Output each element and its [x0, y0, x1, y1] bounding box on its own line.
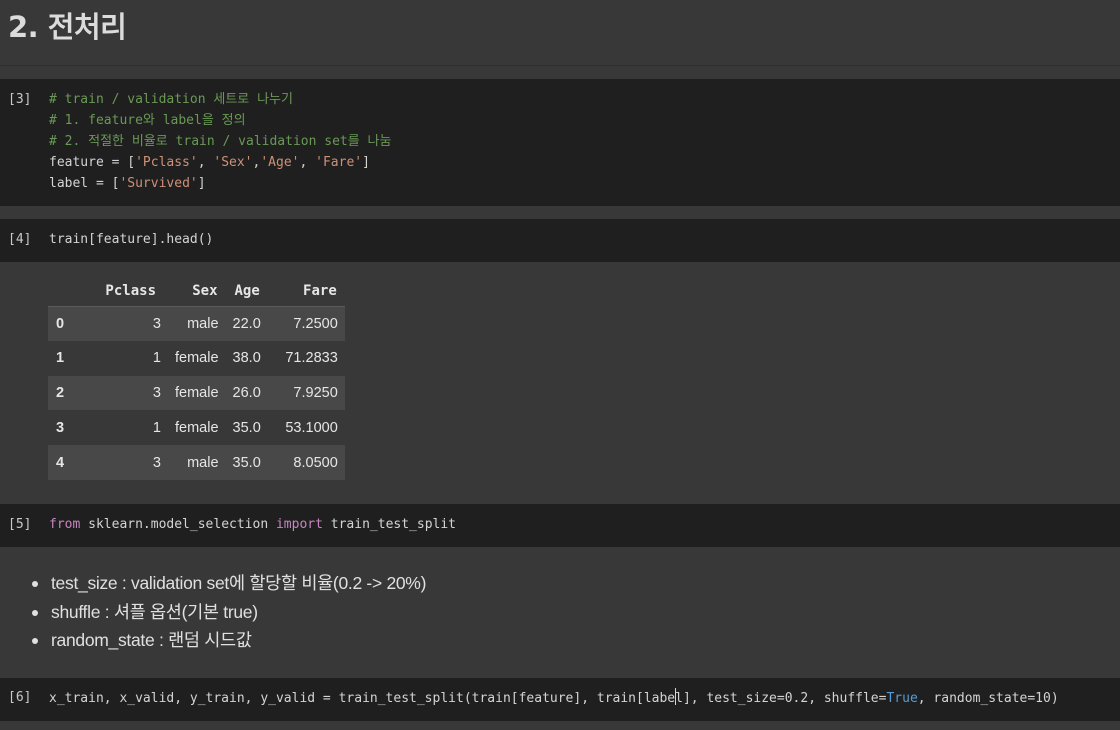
code-cell-6[interactable]: [6] x_train, x_valid, y_train, y_valid =… — [0, 678, 1120, 721]
table-cell: 7.9250 — [267, 375, 345, 411]
column-header: Fare — [267, 276, 345, 307]
table-row: 3 1 female 35.0 53.1000 — [48, 410, 345, 445]
table-row: 1 1 female 38.0 71.2833 — [48, 341, 345, 376]
code-keyword: import — [275, 517, 323, 532]
code-comment: # 2. 적절한 비율로 train / validation set를 나눔 — [49, 134, 392, 149]
code-comment: # train / validation 세트로 나누기 — [49, 92, 293, 107]
code-text: train[feature].head() — [49, 232, 214, 247]
code-text: feature = [ — [49, 155, 136, 170]
execution-count: [5] — [8, 517, 32, 532]
code-editor[interactable]: x_train, x_valid, y_train, y_valid = tra… — [49, 688, 1059, 709]
table-cell: 8.0500 — [267, 445, 345, 480]
code-string: 'Fare' — [315, 155, 363, 170]
dataframe-table: Pclass Sex Age Fare 0 3 male 22.0 7.2500… — [48, 276, 345, 480]
code-cell-5[interactable]: [5] from sklearn.model_selection import … — [0, 504, 1120, 547]
table-cell: 3 — [78, 375, 168, 411]
section-heading: 2. 전처리 — [8, 10, 127, 44]
code-text: , random_state=10) — [917, 691, 1059, 706]
code-constant: True — [886, 691, 918, 706]
table-cell: 38.0 — [232, 350, 261, 367]
row-index: 1 — [56, 350, 65, 367]
markdown-cell[interactable]: test_size : validation set에 할당할 비율(0.2 -… — [0, 547, 1120, 678]
code-string: 'Survived' — [119, 176, 198, 191]
column-header: Age — [225, 276, 268, 307]
bullet-list: test_size : validation set에 할당할 비율(0.2 -… — [32, 569, 426, 655]
column-header: Sex — [168, 276, 226, 307]
table-cell: 3 — [78, 306, 168, 341]
code-cell-3[interactable]: [3] # train / validation 세트로 나누기 # 1. fe… — [0, 79, 1120, 206]
table-cell: 53.1000 — [285, 419, 338, 436]
table-row: 4 3 male 35.0 8.0500 — [48, 445, 345, 480]
table-cell: female — [168, 375, 226, 411]
table-cell: 1 — [152, 419, 161, 436]
code-editor[interactable]: # train / validation 세트로 나누기 # 1. featur… — [49, 89, 391, 194]
row-index: 4 — [48, 445, 78, 480]
table-cell: 7.2500 — [267, 306, 345, 341]
table-cell: 71.2833 — [285, 350, 338, 367]
code-text: x_train, x_valid, y_train, y_valid = tra… — [49, 691, 676, 706]
code-text: sklearn.model_selection — [80, 517, 276, 532]
execution-count: [3] — [8, 92, 32, 107]
table-row: 0 3 male 22.0 7.2500 — [48, 306, 345, 341]
code-editor[interactable]: from sklearn.model_selection import trai… — [49, 514, 456, 535]
table-cell: 26.0 — [225, 375, 268, 411]
row-index: 2 — [48, 375, 78, 411]
list-item: shuffle : 셔플 옵션(기본 true) — [32, 598, 426, 627]
code-comment: # 1. feature와 label을 정의 — [49, 113, 246, 128]
table-cell: male — [168, 306, 226, 341]
row-index: 0 — [48, 306, 78, 341]
code-text: label = [ — [49, 176, 120, 191]
table-cell: female — [175, 350, 219, 367]
code-keyword: from — [49, 517, 81, 532]
code-string: 'Sex' — [213, 155, 253, 170]
execution-count: [4] — [8, 232, 32, 247]
table-cell: 3 — [78, 445, 168, 480]
table-cell: 1 — [152, 350, 161, 367]
cell-output-4: Pclass Sex Age Fare 0 3 male 22.0 7.2500… — [0, 262, 1120, 504]
code-string: 'Pclass' — [135, 155, 198, 170]
table-cell: 35.0 — [232, 419, 261, 436]
code-cell-4[interactable]: [4] train[feature].head() — [0, 219, 1120, 262]
table-row: 2 3 female 26.0 7.9250 — [48, 375, 345, 411]
code-string: 'Age' — [260, 155, 300, 170]
code-text: l], test_size=0.2, shuffle= — [675, 691, 887, 706]
table-cell: male — [168, 445, 226, 480]
code-editor[interactable]: train[feature].head() — [49, 229, 213, 250]
table-cell: 35.0 — [225, 445, 268, 480]
code-text: train_test_split — [322, 517, 457, 532]
column-header — [48, 276, 78, 307]
list-item: random_state : 랜덤 시드값 — [32, 626, 426, 655]
table-header-row: Pclass Sex Age Fare — [48, 276, 345, 307]
table-cell: female — [175, 419, 219, 436]
column-header: Pclass — [78, 276, 168, 307]
table-cell: 22.0 — [225, 306, 268, 341]
heading-cell[interactable]: 2. 전처리 — [0, 0, 1120, 66]
execution-count: [6] — [8, 690, 32, 705]
list-item: test_size : validation set에 할당할 비율(0.2 -… — [32, 569, 426, 598]
row-index: 3 — [56, 419, 65, 436]
